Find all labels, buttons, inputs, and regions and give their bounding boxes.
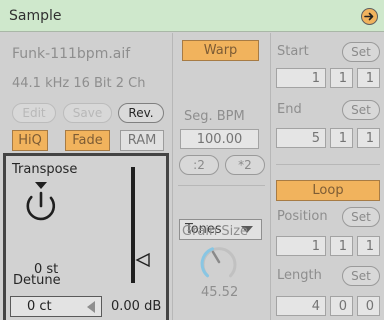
fade-toggle[interactable]: Fade <box>65 130 110 151</box>
transpose-panel <box>3 153 169 320</box>
detune-value: 0 ct <box>27 299 52 314</box>
detune-field[interactable]: 0 ct <box>10 296 102 317</box>
seg-bpm-label: Seg. BPM <box>184 109 245 124</box>
reverse-button[interactable]: Rev. <box>118 103 164 123</box>
save-button[interactable]: Save <box>63 103 112 123</box>
edit-button[interactable]: Edit <box>12 103 56 123</box>
half-tempo-button[interactable]: :2 <box>179 155 219 175</box>
position-label: Position <box>277 209 328 224</box>
title-bar: Sample <box>0 0 384 32</box>
hot-swap-button[interactable] <box>361 8 378 25</box>
ram-toggle[interactable]: RAM <box>120 130 164 151</box>
divider-right <box>270 33 271 320</box>
length-beat-field[interactable]: 0 <box>330 296 353 316</box>
end-set-button[interactable]: Set <box>342 100 380 120</box>
double-tempo-button[interactable]: *2 <box>225 155 265 175</box>
position-bar-field[interactable]: 1 <box>276 236 326 256</box>
warp-toggle[interactable]: Warp <box>182 40 259 61</box>
start-bar-field[interactable]: 1 <box>276 68 326 88</box>
start-beat-field[interactable]: 1 <box>330 68 353 88</box>
position-set-button[interactable]: Set <box>342 207 380 227</box>
divider-warp <box>178 185 265 186</box>
transpose-label: Transpose <box>12 162 78 177</box>
length-label: Length <box>277 268 322 283</box>
length-sixteenth-field[interactable]: 0 <box>357 296 380 316</box>
end-beat-field[interactable]: 1 <box>330 128 353 148</box>
position-sixteenth-field[interactable]: 1 <box>357 236 380 256</box>
transpose-knob[interactable] <box>21 180 63 222</box>
caret-left-icon <box>87 300 95 313</box>
detune-label: Detune <box>13 273 61 288</box>
grain-size-value: 45.52 <box>201 285 239 300</box>
length-bar-field[interactable]: 4 <box>276 296 326 316</box>
start-sixteenth-field[interactable]: 1 <box>357 68 380 88</box>
start-label: Start <box>277 44 309 59</box>
seg-bpm-field[interactable]: 100.00 <box>180 129 259 149</box>
position-beat-field[interactable]: 1 <box>330 236 353 256</box>
loop-toggle[interactable]: Loop <box>276 180 380 201</box>
arrow-right-icon <box>364 12 374 21</box>
end-bar-field[interactable]: 5 <box>276 128 326 148</box>
end-label: End <box>277 102 302 117</box>
divider-left <box>172 33 173 320</box>
divider-loop <box>276 164 380 165</box>
grain-size-label-visible: Grain Size <box>182 224 249 239</box>
device-title: Sample <box>9 8 62 24</box>
sample-format: 44.1 kHz 16 Bit 2 Ch <box>12 76 146 91</box>
hiq-toggle[interactable]: HiQ <box>12 130 48 151</box>
start-set-button[interactable]: Set <box>342 42 380 62</box>
length-set-button[interactable]: Set <box>342 266 380 286</box>
sample-filename: Funk-111bpm.aif <box>12 46 131 62</box>
volume-fader-handle-icon[interactable] <box>135 252 151 268</box>
grain-size-knob[interactable] <box>197 240 241 284</box>
volume-value: 0.00 dB <box>111 299 162 314</box>
end-sixteenth-field[interactable]: 1 <box>357 128 380 148</box>
